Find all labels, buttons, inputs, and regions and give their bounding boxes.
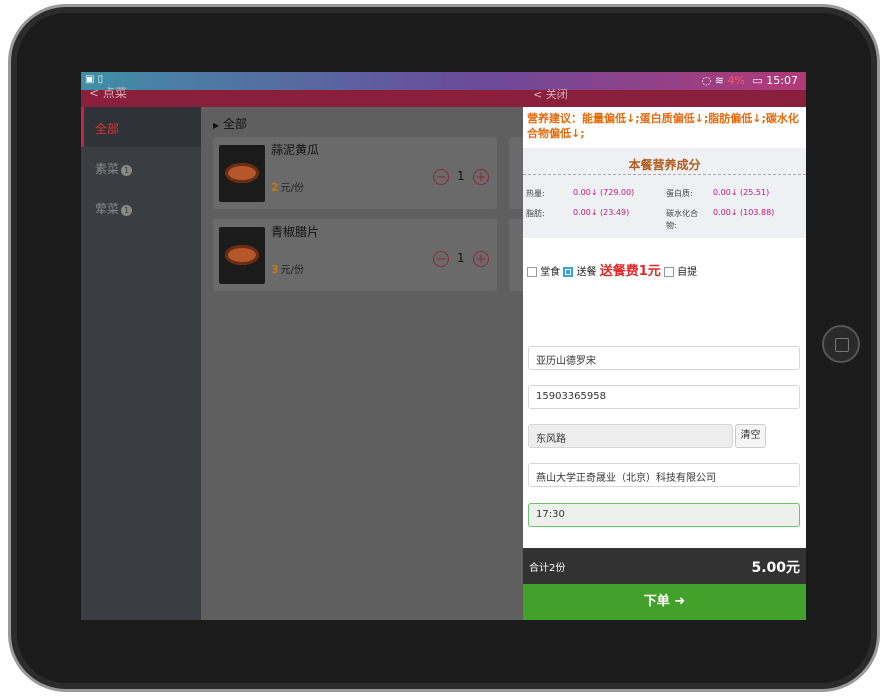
- nutrition-label: 蛋白质:: [666, 189, 693, 198]
- home-button[interactable]: [822, 325, 860, 363]
- price-unit: 元/份: [280, 183, 305, 194]
- plus-button[interactable]: +: [473, 251, 489, 267]
- sidebar-item-all[interactable]: 全部: [81, 107, 201, 147]
- sidebar-item-label: 素菜: [95, 162, 120, 176]
- delivery-fee: 送餐费1元: [599, 264, 661, 279]
- clock: 15:07: [766, 74, 798, 87]
- dish-image: [219, 145, 265, 202]
- quantity-value: 1: [457, 169, 465, 183]
- total-bar: 合计2份 5.00元: [523, 548, 806, 584]
- price-value: 3: [271, 263, 279, 276]
- road-field[interactable]: 东风路: [528, 424, 733, 448]
- total-label: 合计2份: [529, 563, 566, 574]
- sidebar-item-vegetable[interactable]: 素菜 1: [81, 147, 201, 187]
- time-field[interactable]: 17:30: [528, 503, 800, 527]
- battery-percent: 4%: [727, 74, 745, 87]
- category-sidebar: 全部 素菜 1 荤菜 1: [81, 107, 201, 620]
- nutrition-label: 脂肪:: [526, 209, 545, 218]
- delivery-label: 送餐: [576, 267, 597, 278]
- dish-card-partial[interactable]: [509, 219, 523, 291]
- nutrition-label: 碳水化合物:: [666, 209, 698, 230]
- name-field[interactable]: 亚历山德罗宋: [528, 346, 800, 370]
- dish-card[interactable]: 青椒腊片 3 元/份 − 1 +: [213, 219, 497, 291]
- count-badge: 1: [121, 165, 133, 176]
- screen: ▣ ▯ ◌ ≋ 4% ▭ 15:07 < 点菜 全部 素菜 1 荤菜 1 ▶ 全部 …: [81, 72, 806, 620]
- delivery-options: 堂食 送餐 送餐费1元 自提: [527, 260, 697, 280]
- quantity-stepper: − 1 +: [433, 251, 493, 271]
- dish-price: 2 元/份: [271, 179, 304, 194]
- sidebar-item-meat[interactable]: 荤菜 1: [81, 187, 201, 227]
- total-amount: 5.00元: [751, 560, 800, 576]
- dish-image: [219, 227, 265, 284]
- sync-icon: ◌: [701, 74, 712, 87]
- pickup-checkbox[interactable]: [663, 267, 674, 277]
- quantity-value: 1: [457, 251, 465, 265]
- clear-button[interactable]: 清空: [735, 424, 766, 448]
- nutrition-box: 本餐营养成分 热量: 0.00↓ (729.00) 蛋白质: 0.00↓ (25…: [523, 148, 806, 238]
- battery-icon: ▭: [752, 74, 763, 87]
- nutrition-value: 0.00↓ (23.49): [573, 208, 630, 217]
- price-unit: 元/份: [280, 265, 305, 276]
- delivery-checkbox[interactable]: [563, 267, 574, 277]
- sidebar-item-label: 荤菜: [95, 202, 120, 216]
- app-bar: < 点菜: [81, 86, 523, 107]
- dish-list: ▶ 全部 蒜泥黄瓜 2 元/份 − 1 + 青椒腊片 3 元/份 − 1 +: [201, 107, 523, 620]
- sidebar-item-label: 全部: [95, 122, 120, 136]
- dine-in-label: 堂食: [540, 267, 561, 278]
- pickup-label: 自提: [677, 267, 698, 278]
- dish-name: 青椒腊片: [271, 225, 320, 239]
- nutrition-label: 热量:: [526, 189, 545, 198]
- price-value: 2: [271, 181, 279, 194]
- panel-header: < 关闭: [523, 88, 806, 107]
- order-panel: < 关闭 营养建议：能量偏低↓;蛋白质偏低↓;脂肪偏低↓;碳水化合物偏低↓; 本…: [523, 88, 806, 620]
- status-bar: ▣ ▯ ◌ ≋ 4% ▭ 15:07: [81, 72, 806, 90]
- home-square-icon: [835, 338, 849, 352]
- caret-right-icon: ▶: [213, 121, 220, 130]
- status-right: ◌ ≋ 4% ▭ 15:07: [702, 74, 798, 87]
- nutrition-value: 0.00↓ (729.00): [573, 188, 635, 197]
- divider: [523, 174, 806, 175]
- dish-card[interactable]: 蒜泥黄瓜 2 元/份 − 1 +: [213, 137, 497, 209]
- quantity-stepper: − 1 +: [433, 169, 493, 189]
- dish-name: 蒜泥黄瓜: [271, 143, 320, 157]
- company-field[interactable]: 燕山大学正奇晟业（北京）科技有限公司: [528, 463, 800, 487]
- nutrition-value: 0.00↓ (103.88): [713, 208, 775, 217]
- wifi-icon: ≋: [714, 74, 724, 87]
- close-panel-button[interactable]: < 关闭: [533, 86, 568, 102]
- minus-button[interactable]: −: [433, 251, 449, 267]
- breadcrumb-label: 全部: [222, 117, 247, 131]
- dish-price: 3 元/份: [271, 261, 304, 276]
- phone-field[interactable]: 15903365958: [528, 385, 800, 409]
- plus-button[interactable]: +: [473, 169, 489, 185]
- dish-card-partial[interactable]: [509, 137, 523, 209]
- place-order-button[interactable]: 下单 ➜: [523, 584, 806, 620]
- nutrition-title: 本餐营养成分: [628, 158, 701, 172]
- nutrition-value: 0.00↓ (25.51): [713, 188, 770, 197]
- minus-button[interactable]: −: [433, 169, 449, 185]
- count-badge: 1: [121, 205, 133, 216]
- nutrition-advice: 营养建议：能量偏低↓;蛋白质偏低↓;脂肪偏低↓;碳水化合物偏低↓;: [527, 112, 799, 140]
- dine-in-checkbox[interactable]: [527, 267, 537, 277]
- breadcrumb: ▶ 全部: [213, 115, 247, 132]
- back-button[interactable]: < 点菜: [89, 84, 127, 101]
